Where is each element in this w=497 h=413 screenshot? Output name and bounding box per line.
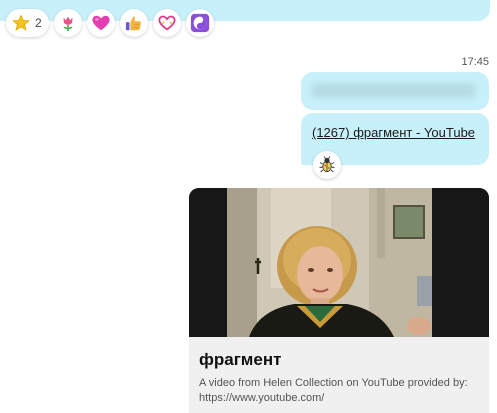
tulip-icon xyxy=(63,16,73,32)
reaction-tulip[interactable] xyxy=(53,9,82,37)
reaction-thumbs-up[interactable] xyxy=(119,9,148,37)
reaction-heart-outline[interactable] xyxy=(152,9,181,37)
video-thumbnail[interactable] xyxy=(189,188,489,337)
reaction-heart[interactable] xyxy=(86,9,115,37)
reaction-star[interactable]: 2 xyxy=(6,9,49,37)
message-timestamp: 17:45 xyxy=(461,56,489,68)
reactions-bar: 2 xyxy=(6,9,214,37)
chat-view: 2 17:45 (1267) фрагмент - YouTube фрагме… xyxy=(0,0,497,413)
blurred-message-bubble[interactable] xyxy=(301,72,489,110)
yin-yang-icon xyxy=(190,13,209,33)
preview-title[interactable]: фрагмент xyxy=(199,350,281,370)
bug-icon xyxy=(319,156,335,173)
star-icon xyxy=(12,14,30,31)
youtube-link[interactable]: (1267) фрагмент - YouTube xyxy=(312,125,475,140)
heart-outline-icon xyxy=(158,15,176,31)
message-reaction-badge[interactable] xyxy=(313,151,341,179)
reaction-count: 2 xyxy=(35,16,42,30)
video-frame-image xyxy=(189,188,489,337)
thumbs-up-icon xyxy=(125,16,141,31)
preview-description: A video from Helen Collection on YouTube… xyxy=(199,377,468,404)
heart-icon xyxy=(92,15,110,31)
reaction-yin-yang[interactable] xyxy=(185,9,214,37)
link-preview-card[interactable]: фрагмент A video from Helen Collection o… xyxy=(189,188,489,413)
blurred-text xyxy=(311,83,476,98)
